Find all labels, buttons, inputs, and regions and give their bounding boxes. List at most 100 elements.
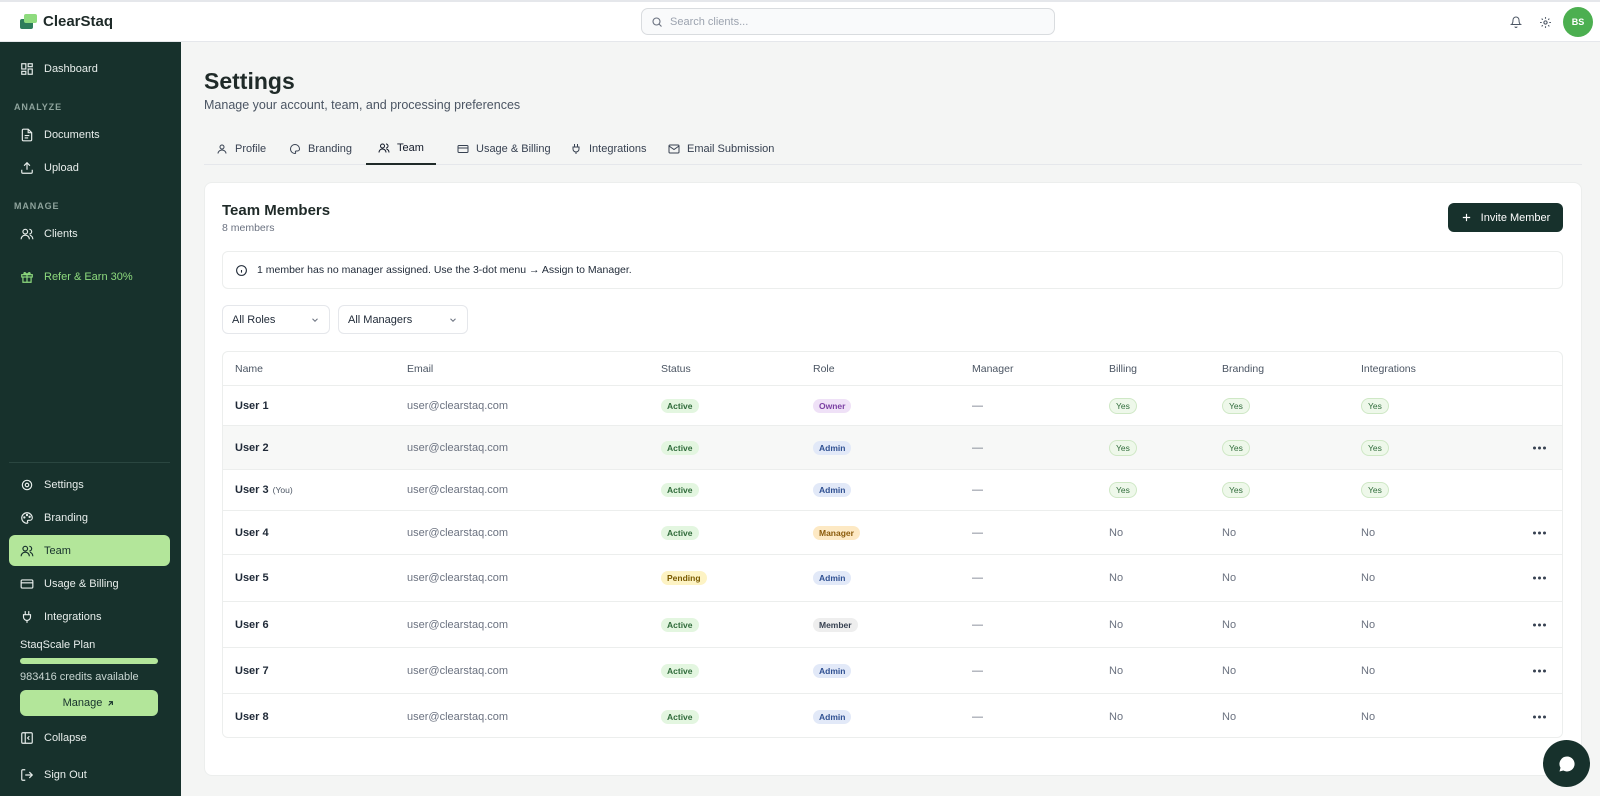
tab-label: Branding	[308, 142, 353, 155]
integrations-value: No	[1361, 710, 1376, 723]
sidebar-item-branding[interactable]: Branding	[9, 502, 170, 533]
manager-value: —	[972, 484, 983, 496]
status-badge: Active	[661, 398, 699, 413]
member-name-text: User 4	[235, 526, 269, 539]
bell-icon[interactable]	[1508, 14, 1524, 30]
logo-icon	[20, 14, 37, 29]
table-row[interactable]: User 5 user@clearstaq.com Pending Admin — No N…	[223, 555, 1562, 602]
branding-value: No	[1222, 526, 1237, 539]
manage-plan-button[interactable]: Manage	[20, 690, 158, 716]
tab-usage-billing[interactable]: Usage & Billing	[445, 132, 563, 165]
billing-cell: Yes	[1109, 482, 1137, 498]
column-header[interactable]: Status	[661, 363, 691, 375]
integrations-value: No	[1361, 572, 1376, 584]
member-name: User 7	[235, 665, 269, 677]
column-header[interactable]: Role	[813, 363, 835, 375]
chat-icon	[1558, 755, 1575, 771]
row-menu-icon[interactable]	[1533, 531, 1546, 534]
sidebar-item-dashboard[interactable]: Dashboard	[9, 53, 170, 84]
table-row[interactable]: User 3 (You) user@clearstaq.com Active Admin…	[223, 470, 1562, 511]
tab-branding[interactable]: Branding	[277, 132, 364, 165]
column-header[interactable]: Manager	[972, 363, 1013, 375]
search-input[interactable]	[670, 15, 1030, 28]
row-menu-icon[interactable]	[1533, 669, 1546, 672]
row-menu-icon[interactable]	[1533, 715, 1546, 718]
row-menu-icon[interactable]	[1533, 623, 1546, 626]
dashboard-icon	[21, 62, 33, 75]
status-cell: Active	[661, 483, 699, 497]
column-header[interactable]: Email	[407, 363, 433, 375]
member-name-text: User 6	[235, 618, 269, 631]
branding-cell: Yes	[1222, 439, 1250, 456]
integrations-cell: Yes	[1361, 439, 1389, 456]
billing-yes-badge: Yes	[1109, 397, 1137, 414]
manager-value: —	[972, 572, 983, 584]
tab-integrations[interactable]: Integrations	[558, 132, 658, 165]
gear-icon	[21, 479, 33, 490]
status-cell: Active	[661, 663, 699, 678]
plan-credits: 983416 credits available	[20, 671, 139, 683]
app-logo[interactable]: ClearStaq	[20, 13, 113, 30]
table-row[interactable]: User 8 user@clearstaq.com Active Admin — No No…	[223, 694, 1562, 737]
column-header[interactable]: Branding	[1222, 363, 1264, 375]
search-box[interactable]	[641, 8, 1055, 35]
managers-filter[interactable]: All Managers	[338, 305, 468, 334]
mail-icon	[668, 144, 680, 153]
row-menu-icon[interactable]	[1533, 446, 1546, 449]
column-header[interactable]: Billing	[1109, 363, 1137, 375]
team-members-card: Team Members 8 members Invite Member 1 m…	[204, 182, 1582, 776]
sidebar-item-clients[interactable]: Clients	[9, 218, 170, 249]
tab-label: Usage & Billing	[476, 142, 551, 155]
sidebar-item-label: Branding	[44, 511, 89, 524]
plug-icon	[572, 143, 580, 154]
status-cell: Active	[661, 617, 699, 632]
sidebar-item-documents[interactable]: Documents	[9, 119, 170, 150]
table-row[interactable]: User 7 user@clearstaq.com Active Admin — No No…	[223, 648, 1562, 694]
sidebar-item-settings[interactable]: Settings	[9, 469, 170, 500]
gear-icon[interactable]	[1537, 14, 1553, 30]
sidebar-item-usage-billing[interactable]: Usage & Billing	[9, 568, 170, 599]
sidebar-item-upload[interactable]: Upload	[9, 152, 170, 183]
branding-value: No	[1222, 664, 1237, 677]
table-row[interactable]: User 1 user@clearstaq.com Active Owner — Yes Y…	[223, 386, 1562, 426]
plus-icon	[1462, 213, 1470, 222]
tab-profile[interactable]: Profile	[204, 132, 278, 165]
manager-notice: 1 member has no manager assigned. Use th…	[222, 251, 1563, 289]
collapse-icon	[21, 731, 33, 744]
sidebar-item-integrations[interactable]: Integrations	[9, 601, 170, 632]
table-row[interactable]: User 4 user@clearstaq.com Active Manager — No…	[223, 511, 1562, 555]
member-email: user@clearstaq.com	[407, 618, 509, 631]
manager-value: —	[972, 441, 983, 454]
sidebar-item-label: Clients	[44, 227, 78, 240]
branding-yes-badge: Yes	[1222, 397, 1250, 414]
table-row[interactable]: User 2 user@clearstaq.com Active Admin — Yes Y…	[223, 426, 1562, 470]
sidebar-item-collapse[interactable]: Collapse	[9, 722, 170, 753]
sidebar-item-label: Upload	[44, 161, 79, 174]
tab-team[interactable]: Team	[366, 132, 436, 165]
column-header[interactable]: Integrations	[1361, 363, 1416, 375]
sidebar-item-team[interactable]: Team	[9, 535, 170, 566]
manager-value: —	[972, 526, 983, 539]
roles-filter[interactable]: All Roles	[222, 305, 330, 334]
status-cell: Active	[661, 440, 699, 455]
integrations-value: No	[1361, 618, 1376, 631]
column-header[interactable]: Name	[235, 363, 263, 375]
plan-progress-bar	[20, 658, 158, 664]
integrations-cell: Yes	[1361, 397, 1389, 414]
plug-icon	[22, 610, 32, 623]
billing-value: No	[1109, 526, 1124, 539]
member-email: user@clearstaq.com	[407, 484, 509, 496]
chat-widget-button[interactable]	[1543, 740, 1590, 787]
sidebar-item-label: Usage & Billing	[44, 577, 119, 590]
invite-member-button[interactable]: Invite Member	[1448, 203, 1563, 232]
document-icon	[21, 128, 33, 141]
avatar[interactable]: BS	[1563, 7, 1593, 37]
row-menu-icon[interactable]	[1533, 576, 1546, 580]
sidebar-item-sign-out[interactable]: Sign Out	[9, 759, 170, 790]
status-cell: Active	[661, 525, 699, 540]
table-row[interactable]: User 6 user@clearstaq.com Active Member — No N…	[223, 602, 1562, 648]
tab-email-submission[interactable]: Email Submission	[656, 132, 786, 165]
tab-label: Team	[397, 141, 424, 154]
sidebar-item-refer[interactable]: Refer & Earn 30%	[9, 261, 170, 292]
integrations-yes-badge: Yes	[1361, 397, 1389, 414]
